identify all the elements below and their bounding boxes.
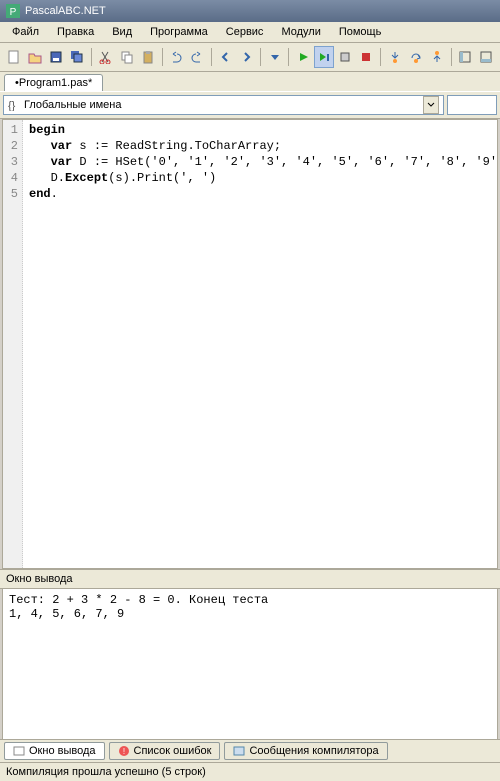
toolbar (0, 43, 500, 72)
svg-text:!: ! (122, 747, 124, 756)
svg-text:P: P (10, 7, 17, 18)
separator (288, 48, 289, 66)
statusbar: Компиляция прошла успешно (5 строк) (0, 762, 500, 781)
copy-button[interactable] (117, 46, 136, 68)
braces-icon: {} (8, 99, 20, 111)
titlebar: P PascalABC.NET (0, 0, 500, 22)
panel2-button[interactable] (477, 46, 496, 68)
run-button[interactable] (293, 46, 312, 68)
scope-label: Глобальные имена (24, 99, 122, 111)
error-list-icon: ! (118, 745, 130, 757)
line-gutter: 1 2 3 4 5 (3, 120, 23, 568)
line-number: 1 (3, 122, 22, 138)
line-number: 5 (3, 186, 22, 202)
compile-button[interactable] (336, 46, 355, 68)
cut-button[interactable] (96, 46, 115, 68)
new-file-button[interactable] (4, 46, 23, 68)
separator (380, 48, 381, 66)
bottom-tabstrip: Окно вывода ! Список ошибок Сообщения ко… (0, 739, 500, 762)
separator (91, 48, 92, 66)
code-editor[interactable]: 1 2 3 4 5 begin var s := ReadString.ToCh… (2, 119, 498, 569)
editor-tab-program1[interactable]: •Program1.pas* (4, 74, 103, 91)
app-icon: P (6, 4, 20, 18)
step-out-button[interactable] (427, 46, 446, 68)
scope-bar: {} Глобальные имена (0, 91, 500, 119)
editor-tabstrip: •Program1.pas* (0, 72, 500, 91)
line-number: 4 (3, 170, 22, 186)
open-file-button[interactable] (25, 46, 44, 68)
panel1-button[interactable] (455, 46, 474, 68)
step-into-button[interactable] (385, 46, 404, 68)
stop-button[interactable] (357, 46, 376, 68)
separator (451, 48, 452, 66)
menu-file[interactable]: Файл (4, 24, 47, 40)
back-button[interactable] (216, 46, 235, 68)
save-all-button[interactable] (68, 46, 87, 68)
nav-dropdown-button[interactable] (265, 46, 284, 68)
paste-button[interactable] (138, 46, 157, 68)
tab-errors[interactable]: ! Список ошибок (109, 742, 221, 760)
separator (162, 48, 163, 66)
code-content[interactable]: begin var s := ReadString.ToCharArray; v… (23, 120, 497, 568)
tab-compiler-messages[interactable]: Сообщения компилятора (224, 742, 387, 760)
separator (211, 48, 212, 66)
menubar: Файл Правка Вид Программа Сервис Модули … (0, 22, 500, 43)
menu-modules[interactable]: Модули (273, 24, 328, 40)
menu-program[interactable]: Программа (142, 24, 216, 40)
output-panel[interactable]: Тест: 2 + 3 * 2 - 8 = 0. Конец теста 1, … (2, 589, 498, 739)
redo-button[interactable] (188, 46, 207, 68)
save-button[interactable] (46, 46, 65, 68)
svg-text:{}: {} (8, 100, 16, 111)
chevron-down-icon (423, 96, 439, 114)
menu-service[interactable]: Сервис (218, 24, 272, 40)
line-number: 2 (3, 138, 22, 154)
window-title: PascalABC.NET (25, 5, 106, 17)
output-icon (13, 745, 25, 757)
output-panel-title: Окно вывода (0, 569, 500, 589)
separator (260, 48, 261, 66)
tab-output[interactable]: Окно вывода (4, 742, 105, 760)
menu-help[interactable]: Помощь (331, 24, 390, 40)
undo-button[interactable] (166, 46, 185, 68)
scope-member-dropdown[interactable] (447, 95, 497, 115)
step-over-button[interactable] (406, 46, 425, 68)
scope-dropdown[interactable]: {} Глобальные имена (3, 95, 444, 115)
run-no-debug-button[interactable] (314, 46, 333, 68)
forward-button[interactable] (237, 46, 256, 68)
messages-icon (233, 745, 245, 757)
menu-edit[interactable]: Правка (49, 24, 102, 40)
line-number: 3 (3, 154, 22, 170)
menu-view[interactable]: Вид (104, 24, 140, 40)
